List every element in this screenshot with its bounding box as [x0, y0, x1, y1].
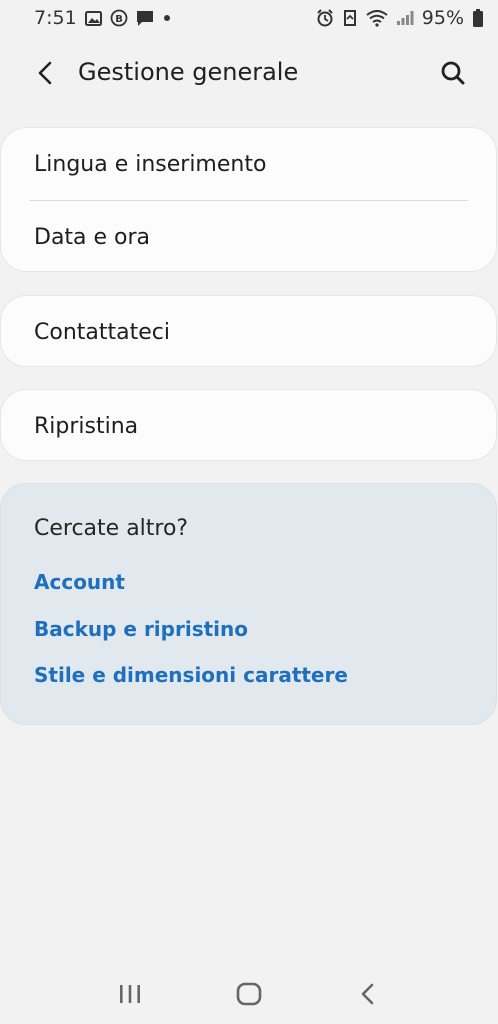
menu-item-label: Data e ora	[34, 224, 151, 250]
back-nav-button[interactable]	[343, 974, 393, 1014]
app-bar: Gestione generale	[0, 44, 498, 102]
status-time: 7:51	[34, 7, 77, 29]
menu-item-date-time[interactable]: Data e ora	[1, 201, 496, 273]
menu-item-label: Lingua e inserimento	[34, 151, 267, 177]
navigation-bar	[0, 964, 498, 1024]
search-icon	[441, 61, 465, 85]
settings-group-1: Lingua e inserimento Data e ora	[0, 127, 497, 272]
menu-item-language-input[interactable]: Lingua e inserimento	[1, 128, 496, 200]
search-button[interactable]	[434, 54, 472, 92]
wifi-icon	[366, 9, 388, 27]
recent-apps-icon	[119, 985, 140, 1003]
svg-text:B: B	[115, 14, 123, 25]
suggestion-link-font-style[interactable]: Stile e dimensioni carattere	[34, 663, 348, 687]
settings-group-2: Contattateci	[0, 295, 497, 367]
home-icon	[236, 982, 262, 1006]
menu-item-contact-us[interactable]: Contattateci	[1, 296, 496, 368]
menu-item-reset[interactable]: Ripristina	[1, 390, 496, 462]
signal-icon	[396, 10, 414, 26]
back-nav-icon	[362, 983, 374, 1005]
status-bar: 7:51 B 95%	[0, 0, 498, 36]
chevron-left-icon	[38, 61, 52, 85]
suggestion-link-backup[interactable]: Backup e ripristino	[34, 617, 248, 641]
sync-icon	[342, 9, 358, 27]
home-button[interactable]	[224, 974, 274, 1014]
back-button[interactable]	[26, 54, 64, 92]
suggestions-card: Cercate altro? Account Backup e ripristi…	[0, 483, 497, 725]
image-icon	[84, 10, 102, 26]
settings-group-3: Ripristina	[0, 389, 497, 461]
dot-icon	[162, 13, 172, 23]
suggestions-title: Cercate altro?	[34, 516, 189, 541]
b-badge-icon: B	[110, 9, 128, 27]
suggestion-link-account[interactable]: Account	[34, 570, 125, 594]
menu-item-label: Ripristina	[34, 413, 139, 439]
alarm-icon	[316, 9, 334, 27]
recent-apps-button[interactable]	[105, 974, 155, 1014]
message-icon	[136, 10, 154, 27]
menu-item-label: Contattateci	[34, 319, 170, 345]
status-left: 7:51 B	[34, 7, 172, 29]
status-right: 95%	[316, 7, 484, 29]
page-title: Gestione generale	[78, 58, 299, 86]
battery-percent: 95%	[421, 7, 464, 29]
battery-icon	[472, 8, 484, 28]
